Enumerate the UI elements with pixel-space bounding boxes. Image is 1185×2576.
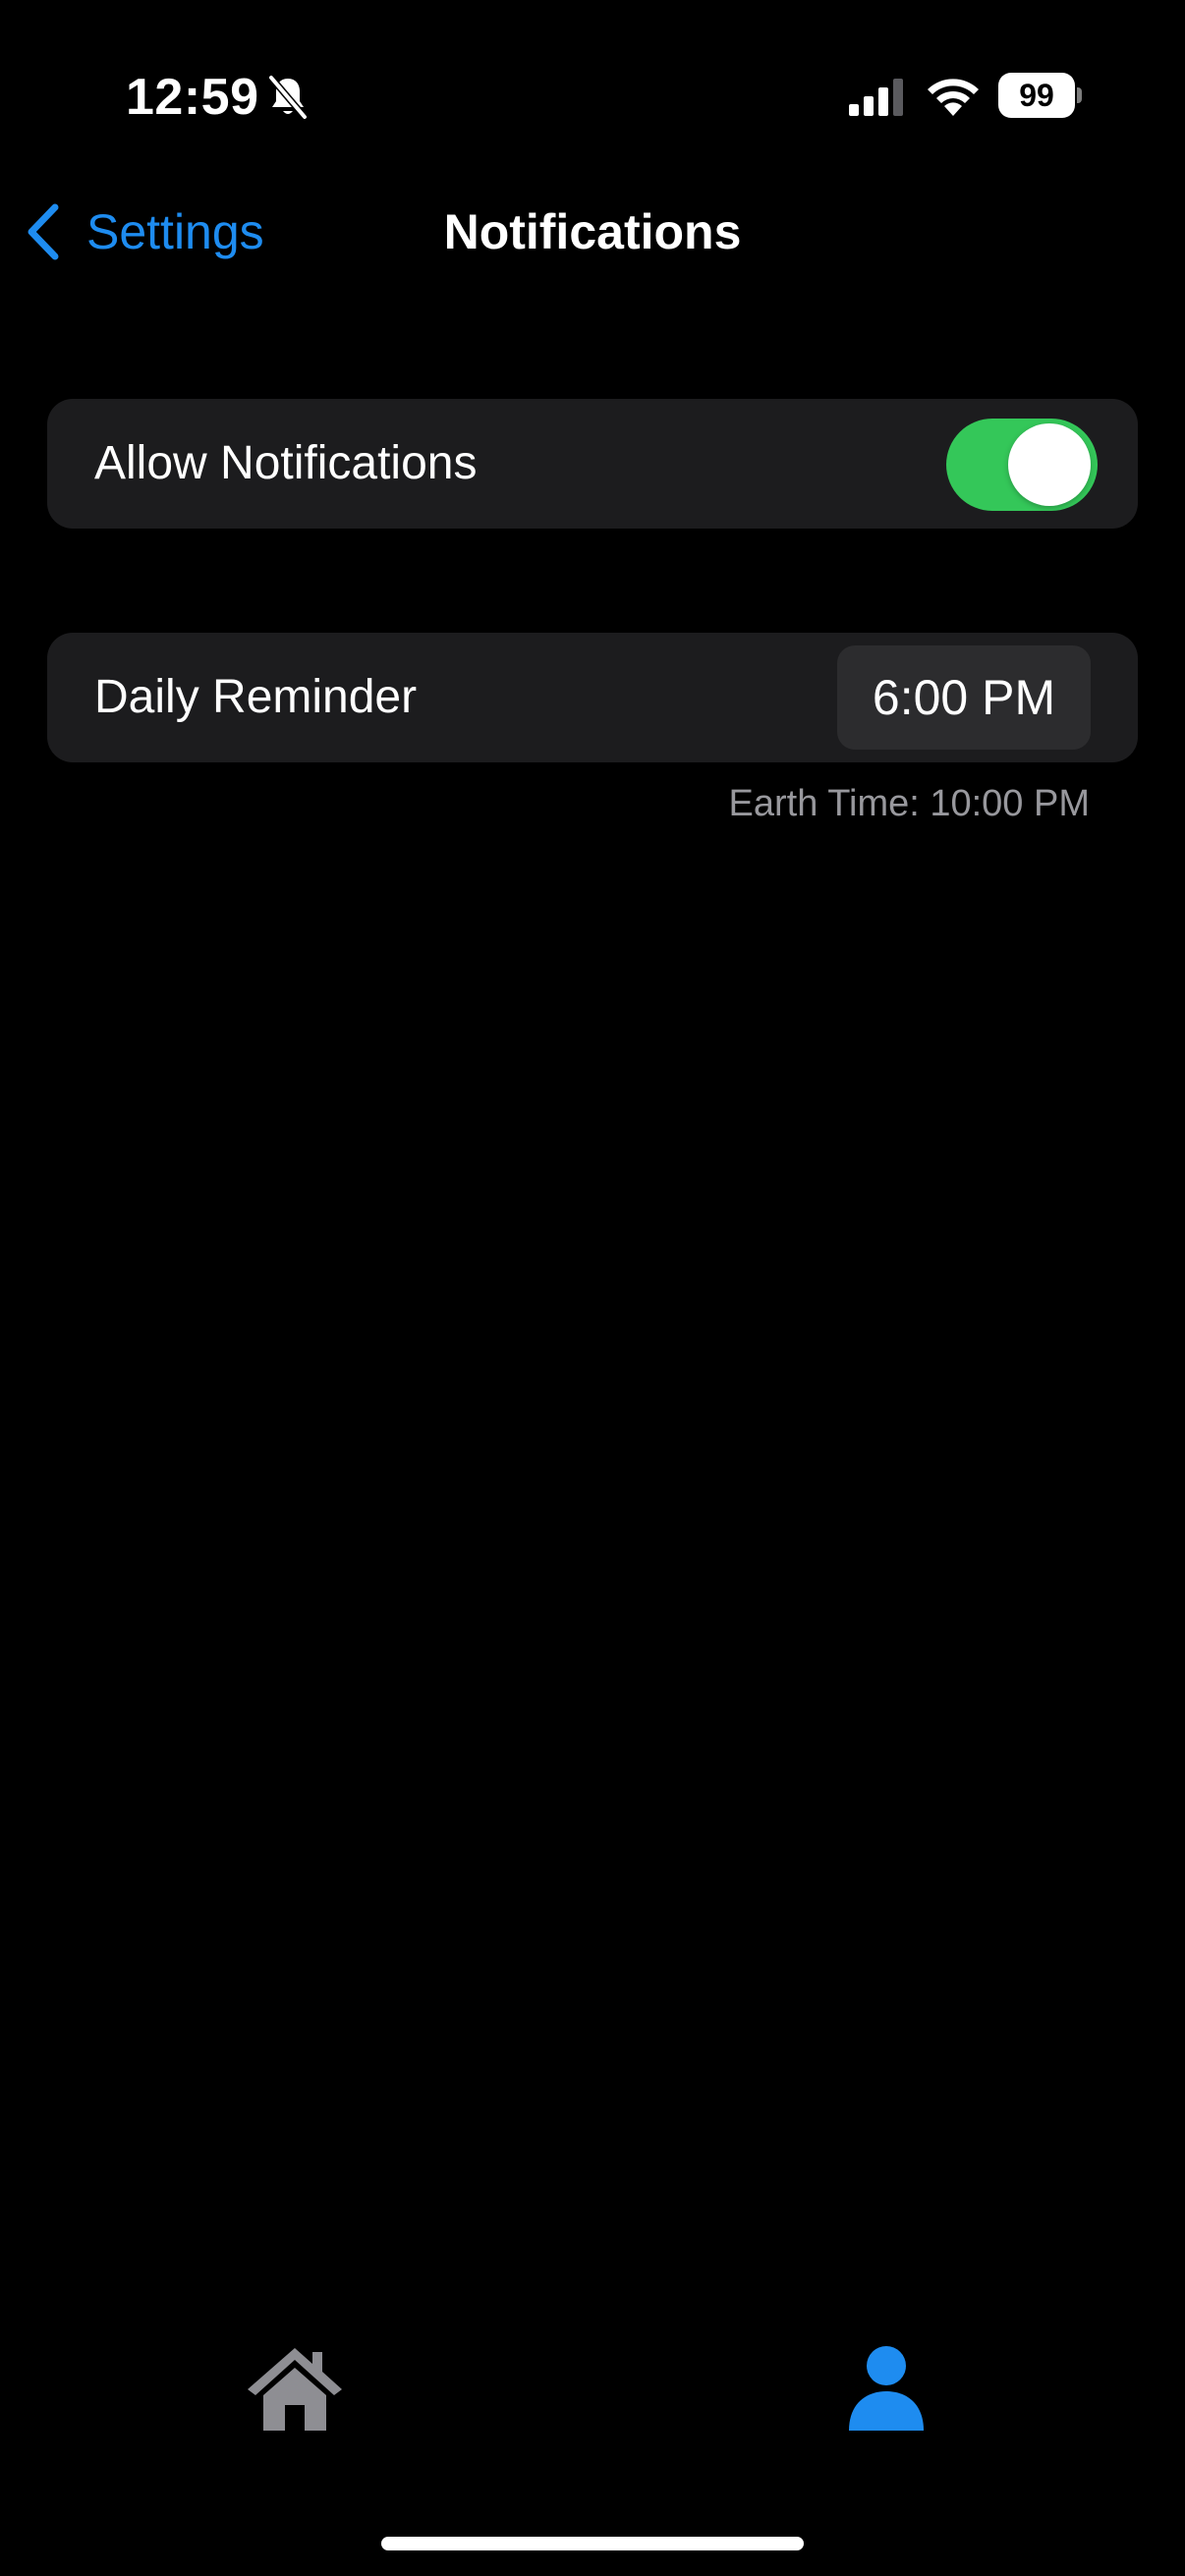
back-button[interactable]: Settings	[22, 196, 264, 267]
reminder-time-picker[interactable]: 6:00 PM	[837, 645, 1091, 750]
bell-slash-icon	[267, 75, 309, 120]
earth-time-note: Earth Time: 10:00 PM	[728, 783, 1091, 824]
cellular-signal-icon	[849, 79, 903, 116]
battery-icon: 99	[998, 73, 1082, 118]
back-label: Settings	[86, 204, 264, 259]
navigation-bar: Notifications Settings	[0, 187, 1185, 277]
chevron-left-icon	[28, 203, 59, 260]
house-icon[interactable]	[244, 2340, 346, 2435]
allow-notifications-row: Allow Notifications	[47, 399, 1138, 529]
daily-reminder-row: Daily Reminder 6:00 PM	[47, 633, 1138, 762]
allow-notifications-toggle[interactable]	[946, 419, 1098, 511]
person-icon[interactable]	[837, 2340, 935, 2435]
status-time: 12:59	[126, 69, 259, 126]
daily-reminder-label: Daily Reminder	[94, 671, 418, 723]
wifi-icon	[928, 79, 979, 116]
tab-bar	[0, 2319, 1185, 2456]
battery-level: 99	[1019, 78, 1054, 113]
allow-notifications-label: Allow Notifications	[94, 437, 478, 489]
status-bar: 12:59 99	[0, 0, 1185, 187]
toggle-knob	[1008, 423, 1091, 506]
home-indicator	[381, 2537, 804, 2550]
